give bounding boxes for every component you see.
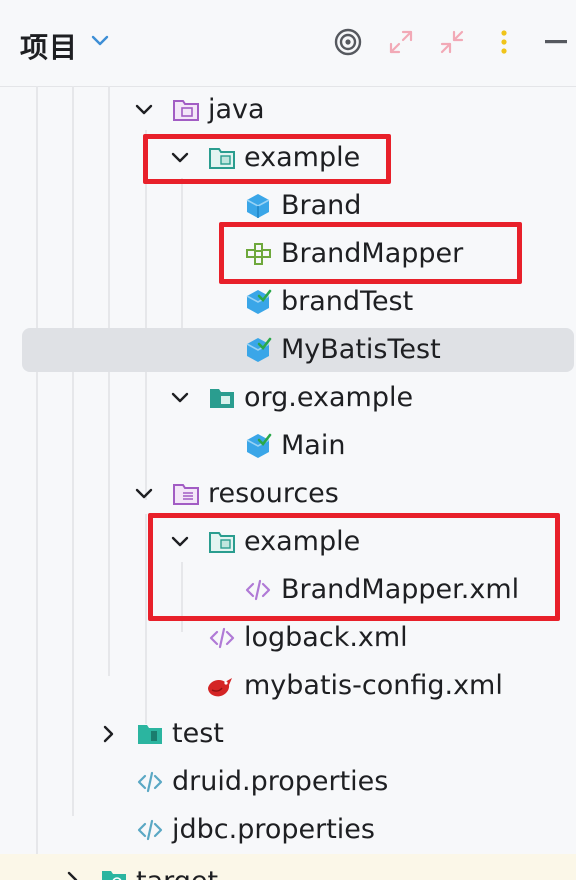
excluded-folder-icon	[100, 866, 128, 880]
tree-node-label: Main	[281, 430, 346, 461]
chevron-down-icon[interactable]	[134, 484, 154, 504]
tree-node-label: logback.xml	[244, 622, 408, 653]
tree-node-brandtest[interactable]: brandTest	[0, 278, 576, 326]
more-options-icon[interactable]	[496, 28, 512, 60]
resources-folder-icon	[172, 480, 200, 508]
tree-node-mybatis-config-xml[interactable]: mybatis-config.xml	[0, 662, 576, 710]
highlight-box-example-package	[143, 134, 391, 184]
panel-title: 项目	[20, 31, 79, 64]
chevron-right-icon[interactable]	[62, 870, 82, 880]
tree-node-main[interactable]: Main	[0, 422, 576, 470]
tree-node-test[interactable]: test	[0, 710, 576, 758]
minimize-icon[interactable]	[544, 28, 568, 60]
test-folder-icon	[136, 720, 164, 748]
tree-node-org-example[interactable]: org.example	[0, 374, 576, 422]
chevron-down-icon[interactable]	[170, 388, 190, 408]
tree-node-label: resources	[208, 478, 339, 509]
collapse-all-icon[interactable]	[438, 28, 466, 60]
mybatis-bird-icon	[206, 672, 234, 700]
tree-node-target[interactable]: target	[0, 854, 576, 880]
properties-file-icon	[136, 768, 164, 796]
tree-node-label: jdbc.properties	[172, 814, 375, 845]
project-tool-window-header: 项目	[0, 0, 576, 87]
highlight-box-resources-example	[148, 513, 560, 621]
expand-all-icon[interactable]	[387, 28, 415, 60]
tree-node-jdbc-properties[interactable]: jdbc.properties	[0, 806, 576, 854]
xml-file-icon	[208, 624, 236, 652]
tree-node-label: target	[136, 864, 218, 880]
tree-node-label: MyBatisTest	[281, 334, 441, 365]
chevron-down-icon[interactable]	[90, 30, 110, 54]
tree-node-logback-xml[interactable]: logback.xml	[0, 614, 576, 662]
tree-node-label: mybatis-config.xml	[244, 670, 503, 701]
tree-node-label: brandTest	[281, 286, 414, 317]
package-folder-icon	[208, 384, 236, 412]
tree-node-mybatistest[interactable]: MyBatisTest	[0, 326, 576, 374]
locate-target-icon[interactable]	[334, 28, 362, 60]
tree-node-resources[interactable]: resources	[0, 470, 576, 518]
chevron-right-icon[interactable]	[98, 724, 118, 744]
tree-node-label: java	[208, 94, 265, 125]
test-class-icon	[244, 336, 272, 364]
tree-node-label: org.example	[244, 382, 414, 413]
test-class-icon	[244, 432, 272, 460]
test-class-icon	[244, 288, 272, 316]
java-source-folder-icon	[172, 96, 200, 124]
tree-node-label: test	[172, 718, 224, 749]
tree-node-java[interactable]: java	[0, 86, 576, 134]
class-icon	[244, 192, 272, 220]
properties-file-icon	[136, 816, 164, 844]
project-tree: java example Brand BrandMapper brandTest…	[0, 86, 576, 880]
excluded-folder-background	[0, 854, 576, 880]
tree-node-label: druid.properties	[172, 766, 389, 797]
tree-node-label: Brand	[281, 190, 362, 221]
highlight-box-brandmapper	[219, 222, 522, 284]
chevron-down-icon[interactable]	[134, 100, 154, 120]
tree-node-druid-properties[interactable]: druid.properties	[0, 758, 576, 806]
